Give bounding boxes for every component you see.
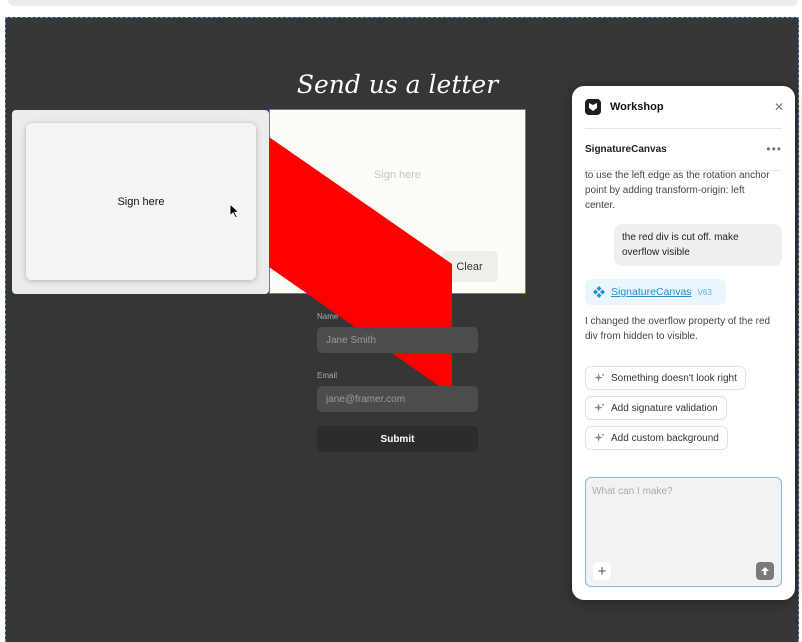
assistant-message: to use the left edge as the rotation anc… [585, 170, 770, 211]
component-icon [593, 286, 605, 298]
user-message-bubble: the red div is cut off. make overflow vi… [614, 224, 782, 266]
more-options-icon[interactable]: ••• [766, 142, 782, 156]
suggestion-button[interactable]: Add custom background [585, 426, 728, 450]
workshop-title: Workshop [610, 101, 664, 113]
sparkle-icon [594, 432, 605, 442]
name-label: Name [317, 312, 339, 321]
left-card-label: Sign here [117, 195, 165, 208]
suggestion-button[interactable]: Add signature validation [585, 396, 727, 420]
send-button[interactable] [756, 562, 774, 580]
component-version-chip[interactable]: SignatureCanvas V63 [585, 279, 726, 305]
suggestion-label: Add custom background [611, 432, 719, 444]
toolbar-strip [8, 0, 798, 6]
email-input[interactable]: jane@framer.com [317, 386, 478, 412]
name-input[interactable]: Jane Smith [317, 327, 478, 353]
email-label: Email [317, 371, 338, 380]
header-divider [585, 128, 782, 129]
left-signature-card[interactable]: Sign here [26, 123, 256, 280]
arrow-up-icon [761, 567, 769, 575]
mouse-cursor-icon [229, 203, 241, 219]
suggestion-label: Add signature validation [611, 402, 718, 414]
suggestion-label: Something doesn't look right [611, 372, 737, 384]
contact-form: Name Jane Smith Email jane@framer.com Su… [317, 312, 478, 452]
workshop-header: Workshop [585, 98, 785, 116]
sparkle-icon [594, 402, 605, 412]
close-icon[interactable]: ✕ [774, 100, 784, 114]
top-toolbar [0, 0, 802, 18]
add-attachment-button[interactable]: + [593, 562, 611, 580]
workshop-panel: Workshop ✕ SignatureCanvas ••• to use th… [572, 86, 795, 600]
suggestion-button[interactable]: Something doesn't look right [585, 366, 746, 390]
workshop-logo-icon [585, 99, 601, 115]
prompt-input[interactable] [592, 486, 772, 546]
page-heading: Send us a letter [296, 70, 499, 99]
component-name: SignatureCanvas [585, 143, 667, 155]
prompt-box: + [585, 477, 782, 587]
sparkle-icon [594, 372, 605, 382]
submit-button[interactable]: Submit [317, 426, 478, 452]
chip-version: V63 [697, 287, 712, 297]
chip-component-name[interactable]: SignatureCanvas [611, 286, 692, 298]
assistant-reply: I changed the overflow property of the r… [585, 316, 771, 342]
component-row: SignatureCanvas ••• [585, 142, 782, 156]
